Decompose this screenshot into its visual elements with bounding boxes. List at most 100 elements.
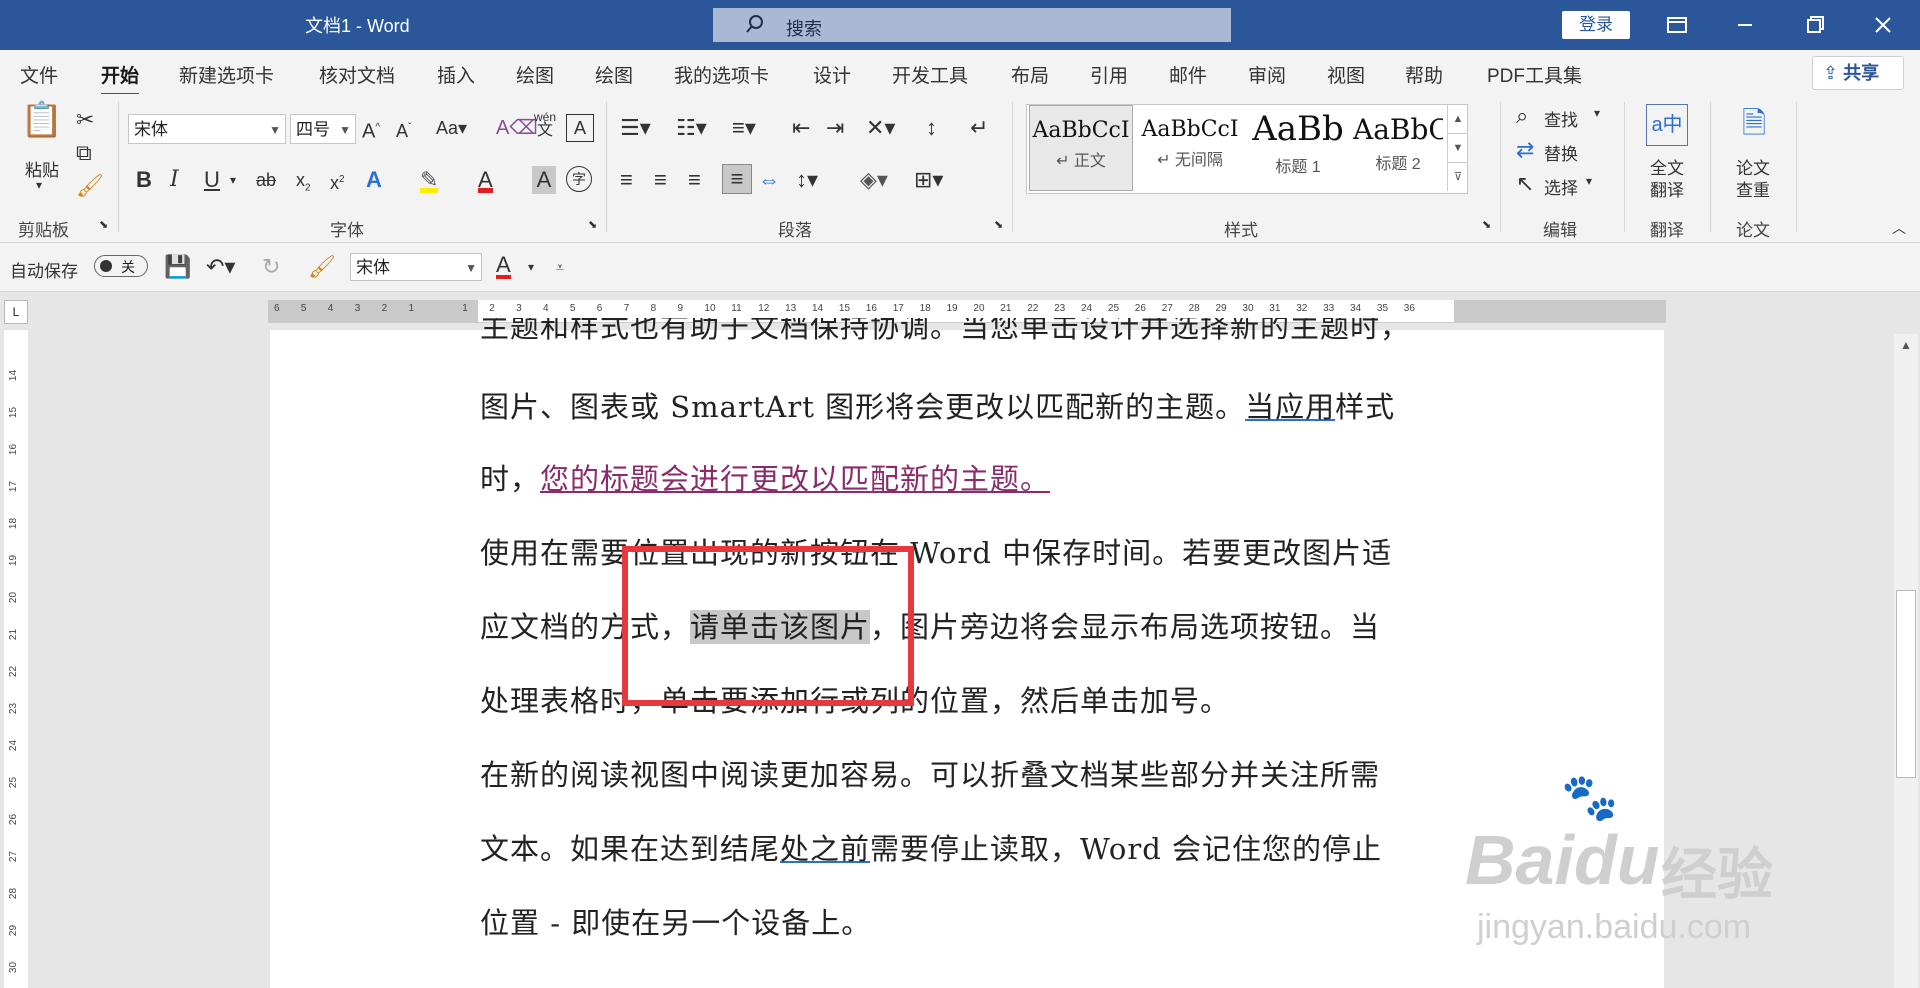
chevron-down-icon[interactable]: ▾ bbox=[528, 253, 534, 281]
text-effects-icon[interactable]: A bbox=[366, 166, 382, 194]
shading-icon[interactable]: ◈▾ bbox=[860, 166, 888, 194]
chevron-down-icon[interactable]: ▾ bbox=[1586, 174, 1592, 188]
replace-label[interactable]: 替换 bbox=[1544, 140, 1578, 165]
undo-icon[interactable]: ↶▾ bbox=[206, 253, 235, 281]
restore-icon[interactable] bbox=[1800, 10, 1830, 40]
phonetic-guide-icon[interactable]: wén 文 bbox=[534, 110, 556, 139]
paste-icon[interactable]: 📋 bbox=[20, 103, 64, 150]
close-icon[interactable] bbox=[1868, 10, 1898, 40]
align-right-icon[interactable]: ≡ bbox=[688, 166, 701, 194]
show-marks-icon[interactable]: ↵ bbox=[970, 114, 988, 142]
tab-developer[interactable]: 开发工具 bbox=[892, 61, 968, 88]
tab-review[interactable]: 审阅 bbox=[1248, 61, 1286, 88]
align-left-icon[interactable]: ≡ bbox=[620, 166, 633, 194]
qat-font-select[interactable]: 宋体 ▼ bbox=[350, 253, 482, 281]
tab-insert[interactable]: 插入 bbox=[437, 61, 475, 88]
grow-font-icon[interactable]: A^ bbox=[362, 114, 380, 146]
tab-pdf-tools[interactable]: PDF工具集 bbox=[1487, 61, 1582, 88]
document-page[interactable] bbox=[270, 330, 1664, 988]
find-label[interactable]: 查找 bbox=[1544, 106, 1578, 131]
underline-icon[interactable]: U bbox=[204, 166, 220, 194]
tab-mailings[interactable]: 邮件 bbox=[1169, 61, 1207, 88]
highlight-icon[interactable]: ✎ bbox=[420, 166, 439, 193]
bullets-icon[interactable]: ☰▾ bbox=[620, 114, 651, 142]
font-color-icon[interactable]: A bbox=[478, 166, 493, 193]
tab-view[interactable]: 视图 bbox=[1327, 61, 1365, 88]
scroll-thumb[interactable] bbox=[1896, 590, 1916, 778]
copy-icon[interactable]: ⧉ bbox=[76, 139, 92, 167]
select-label[interactable]: 选择 bbox=[1544, 174, 1578, 199]
vertical-ruler[interactable]: 14 15 16 17 18 19 20 21 22 23 24 25 26 27 28 29 30 bbox=[4, 330, 28, 988]
font-launcher-icon[interactable]: ⬊ bbox=[588, 218, 597, 231]
shrink-font-icon[interactable]: Aˇ bbox=[396, 114, 411, 145]
select-icon[interactable]: ↖ bbox=[1516, 170, 1534, 198]
chevron-up-icon[interactable]: ▲ bbox=[1448, 105, 1468, 133]
customize-qat-icon[interactable]: ⩡ bbox=[556, 253, 564, 281]
style-no-spacing[interactable]: AaBbCcI ↵ 无间隔 bbox=[1137, 105, 1243, 191]
format-painter-icon[interactable]: 🖌 bbox=[76, 172, 104, 200]
font-color-icon[interactable]: A bbox=[496, 251, 511, 279]
translate-icon[interactable]: a中 bbox=[1646, 104, 1688, 146]
paper-check-icon[interactable]: 🗎 bbox=[1734, 104, 1774, 144]
superscript-icon[interactable]: x2 bbox=[330, 166, 345, 197]
clear-format-icon[interactable]: A⌫ bbox=[496, 114, 538, 142]
tab-design[interactable]: 设计 bbox=[813, 61, 851, 88]
tab-new[interactable]: 新建选项卡 bbox=[179, 61, 274, 88]
line-spacing-icon[interactable]: ↕▾ bbox=[796, 166, 818, 194]
style-normal[interactable]: AaBbCcI ↵ 正文 bbox=[1029, 105, 1133, 191]
italic-icon[interactable]: I bbox=[170, 166, 179, 194]
tab-help[interactable]: 帮助 bbox=[1405, 61, 1443, 88]
tab-draw-2[interactable]: 绘图 bbox=[595, 61, 633, 88]
align-center-icon[interactable]: ≡ bbox=[654, 166, 667, 194]
minimize-icon[interactable] bbox=[1730, 10, 1760, 40]
tab-review-doc[interactable]: 核对文档 bbox=[319, 61, 395, 88]
share-button[interactable]: ⇪ 共享 bbox=[1812, 56, 1904, 90]
tab-draw[interactable]: 绘图 bbox=[516, 61, 554, 88]
redo-icon[interactable]: ↻ bbox=[262, 253, 280, 281]
change-case-icon[interactable]: Aa▾ bbox=[436, 114, 467, 142]
font-name-select[interactable]: 宋体 ▼ bbox=[128, 114, 286, 144]
replace-icon[interactable]: ⇄ bbox=[1516, 136, 1534, 164]
chevron-down-icon[interactable]: ▼ bbox=[1448, 133, 1468, 162]
decrease-indent-icon[interactable]: ⇤ bbox=[792, 114, 810, 142]
tab-home[interactable]: 开始 bbox=[101, 61, 140, 96]
style-heading-2[interactable]: AaBbC 标题 2 bbox=[1353, 105, 1443, 191]
borders-icon[interactable]: ⊞▾ bbox=[914, 166, 943, 194]
style-heading-1[interactable]: AaBb 标题 1 bbox=[1245, 105, 1351, 191]
tab-selector-icon[interactable]: L bbox=[4, 300, 28, 324]
tab-my-tab[interactable]: 我的选项卡 bbox=[674, 61, 769, 88]
save-icon[interactable]: 💾 bbox=[164, 253, 191, 281]
paper-check-label-2[interactable]: 查重 bbox=[1736, 176, 1770, 201]
ribbon-display-icon[interactable] bbox=[1662, 10, 1692, 40]
enclose-char-icon[interactable]: 字 bbox=[566, 166, 592, 192]
scroll-up-icon[interactable]: ▲ bbox=[1894, 338, 1918, 352]
paragraph-launcher-icon[interactable]: ⬊ bbox=[994, 218, 1003, 231]
collapse-ribbon-icon[interactable]: ︿ bbox=[1892, 218, 1906, 238]
subscript-icon[interactable]: x2 bbox=[296, 166, 311, 203]
strikethrough-icon[interactable]: ab bbox=[256, 166, 276, 194]
char-border-icon[interactable]: A bbox=[566, 114, 594, 142]
font-size-select[interactable]: 四号 ▼ bbox=[290, 114, 356, 144]
styles-launcher-icon[interactable]: ⬊ bbox=[1482, 218, 1491, 231]
chevron-down-icon[interactable]: ▾ bbox=[1594, 106, 1600, 120]
clipboard-launcher-icon[interactable]: ⬊ bbox=[99, 218, 108, 231]
search-box[interactable]: 搜索 bbox=[713, 8, 1231, 42]
expand-gallery-icon[interactable]: ⊽ bbox=[1448, 162, 1468, 191]
tab-references[interactable]: 引用 bbox=[1090, 61, 1128, 88]
translate-full-label-2[interactable]: 翻译 bbox=[1650, 176, 1684, 201]
tab-file[interactable]: 文件 bbox=[20, 61, 58, 88]
tab-layout[interactable]: 布局 bbox=[1011, 61, 1049, 88]
char-shading-icon[interactable]: A bbox=[532, 166, 556, 194]
justify-icon[interactable]: ≡ bbox=[722, 164, 752, 194]
distributed-icon[interactable]: ⇔ bbox=[758, 166, 780, 194]
increase-indent-icon[interactable]: ⇥ bbox=[826, 114, 844, 142]
cut-icon[interactable]: ✂ bbox=[76, 106, 94, 134]
bold-icon[interactable]: B bbox=[136, 166, 152, 194]
chevron-down-icon[interactable]: ▾ bbox=[230, 166, 236, 194]
multilevel-list-icon[interactable]: ≡▾ bbox=[732, 114, 756, 142]
numbering-icon[interactable]: ☷▾ bbox=[676, 114, 707, 142]
find-icon[interactable]: ⌕ bbox=[1516, 102, 1528, 130]
sort-icon[interactable]: ↕ bbox=[926, 114, 937, 142]
text-direction-icon[interactable]: ✕▾ bbox=[866, 114, 895, 142]
paste-dropdown-icon[interactable]: ▾ bbox=[36, 178, 42, 192]
